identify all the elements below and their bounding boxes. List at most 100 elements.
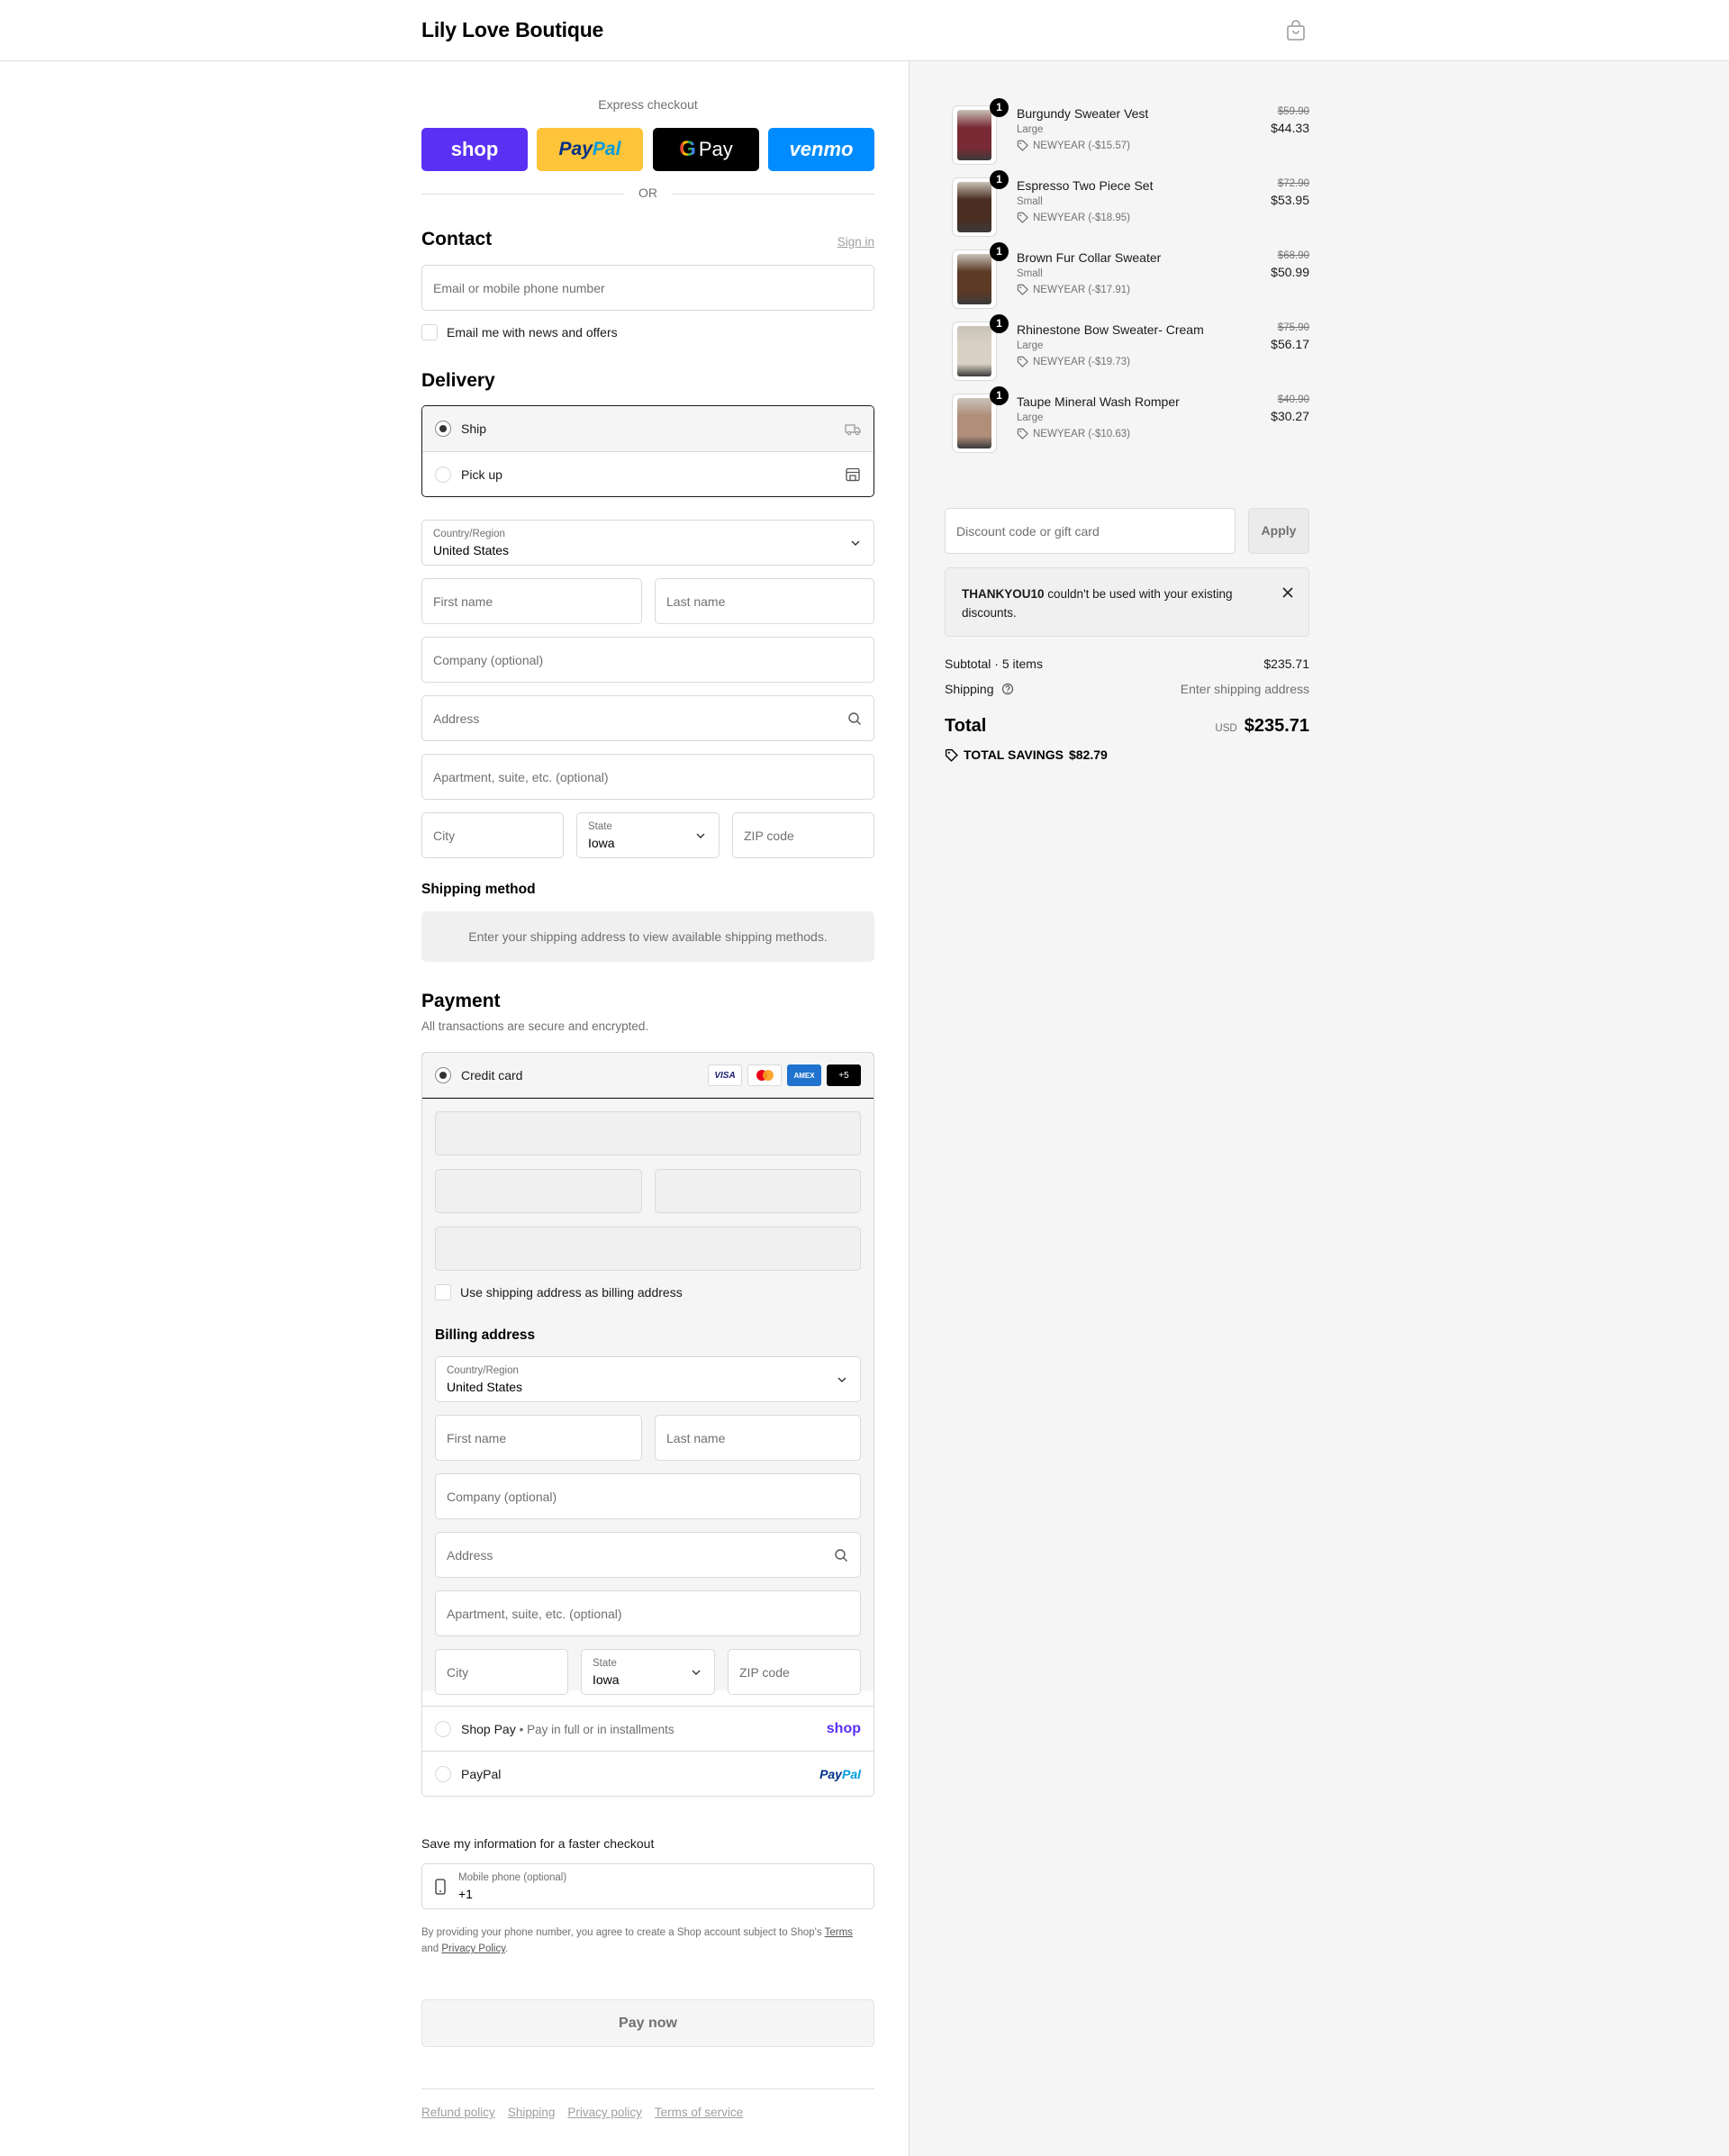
close-icon[interactable] [1281,586,1294,599]
mobile-phone-field[interactable]: Mobile phone (optional) +1 [421,1863,874,1909]
shipping-label: Shipping [945,682,994,696]
ship-option[interactable]: Ship [422,406,874,451]
email-field[interactable]: Email or mobile phone number [421,265,874,311]
use-shipping-checkbox[interactable] [435,1284,451,1300]
shop-pay-label: Shop Pay [461,1721,516,1736]
apartment-field[interactable]: Apartment, suite, etc. (optional) [421,754,874,800]
billing-city-field[interactable]: City [435,1649,568,1695]
terms-link[interactable]: Terms [825,1927,853,1938]
product-variant: Large [1017,340,1044,351]
original-price: $59.90 [1277,106,1309,117]
use-shipping-label: Use shipping address as billing address [460,1285,683,1300]
discount-code: NEWYEAR (-$18.95) [1033,212,1131,223]
state-label: State [588,821,612,832]
total-savings-row: TOTAL SAVINGS $82.79 [945,747,1108,762]
venmo-logo: venmo [789,138,854,160]
card-cvv-field[interactable] [655,1169,861,1213]
billing-state-select[interactable]: State Iowa [581,1649,715,1695]
venmo-button[interactable]: venmo [768,128,874,171]
pickup-option[interactable]: Pick up [422,451,874,496]
billing-city-placeholder: City [447,1664,469,1680]
mobile-phone-label: Mobile phone (optional) [458,1872,567,1883]
sale-price: $53.95 [1271,193,1309,207]
savings-value: $82.79 [1068,747,1108,762]
first-name-field[interactable]: First name [421,578,642,624]
save-info-title: Save my information for a faster checkou… [421,1836,655,1851]
billing-country-label: Country/Region [447,1365,519,1376]
country-select[interactable]: Country/Region United States [421,520,874,566]
paypal-radio[interactable] [435,1765,451,1782]
pay-now-button[interactable]: Pay now [421,1999,874,2047]
product-image [957,254,991,304]
order-summary-panel: 1 Burgundy Sweater Vest Large NEWYEAR (-$15… [909,61,1729,2156]
address-field[interactable]: Address [421,695,874,741]
header: Lily Love Boutique [0,0,1729,61]
help-icon[interactable] [1001,683,1014,695]
discount-code-input[interactable]: Discount code or gift card [945,508,1236,554]
product-discount: NEWYEAR (-$15.57) [1017,140,1130,151]
shipping-link[interactable]: Shipping [508,2106,556,2119]
store-logo[interactable]: Lily Love Boutique [421,18,603,42]
zip-field[interactable]: ZIP code [732,812,874,858]
card-number-field[interactable] [435,1111,861,1155]
line-items: 1 Burgundy Sweater Vest Large NEWYEAR (-$15… [945,98,1309,458]
quantity-badge: 1 [990,98,1009,117]
news-label: Email me with news and offers [447,325,618,340]
refund-policy-link[interactable]: Refund policy [421,2106,495,2119]
original-price: $68.90 [1277,250,1309,261]
shop-pay-option[interactable]: Shop Pay • Pay in full or in installment… [422,1706,874,1751]
card-expiry-field[interactable] [435,1169,642,1213]
footer-divider [421,2088,874,2089]
bag-icon[interactable] [1286,20,1306,41]
shop-pay-button[interactable]: shop [421,128,528,171]
billing-country-select[interactable]: Country/Region United States [435,1356,861,1402]
company-field[interactable]: Company (optional) [421,637,874,683]
card-name-field[interactable] [435,1227,861,1271]
payment-title: Payment [421,991,501,1011]
billing-apartment-field[interactable]: Apartment, suite, etc. (optional) [435,1590,861,1636]
state-value: Iowa [588,836,615,850]
apply-button[interactable]: Apply [1248,508,1309,554]
last-name-field[interactable]: Last name [655,578,874,624]
billing-address-placeholder: Address [447,1547,493,1563]
discount-code: NEWYEAR (-$15.57) [1033,140,1131,151]
privacy-policy-link[interactable]: Privacy policy [567,2106,642,2119]
product-name: Burgundy Sweater Vest [1017,106,1149,121]
news-checkbox-row[interactable]: Email me with news and offers [421,324,618,340]
discount-code: NEWYEAR (-$19.73) [1033,356,1131,367]
notice-code: THANKYOU10 [962,587,1045,601]
tag-icon [1017,140,1028,151]
paypal-button[interactable]: Pay Pal [537,128,643,171]
billing-zip-field[interactable]: ZIP code [728,1649,861,1695]
mobile-phone-value: +1 [458,1887,473,1901]
google-pay-button[interactable]: G Pay [653,128,759,171]
country-label: Country/Region [433,529,505,539]
discount-placeholder: Discount code or gift card [956,524,1100,539]
use-shipping-row[interactable]: Use shipping address as billing address [435,1284,683,1300]
store-icon [846,467,860,481]
product-thumbnail [952,177,997,237]
quantity-badge: 1 [990,314,1009,333]
original-price: $40.90 [1277,394,1309,405]
billing-company-field[interactable]: Company (optional) [435,1473,861,1519]
paypal-logo: PayPal [819,1766,861,1781]
ship-radio[interactable] [435,421,451,437]
product-discount: NEWYEAR (-$18.95) [1017,212,1130,223]
credit-card-form: Use shipping address as billing address … [422,1099,874,1695]
state-select[interactable]: State Iowa [576,812,720,858]
privacy-policy-link[interactable]: Privacy Policy [441,1943,505,1954]
billing-first-name-field[interactable]: First name [435,1415,642,1461]
billing-last-name-field[interactable]: Last name [655,1415,861,1461]
billing-last-name-placeholder: Last name [666,1430,726,1445]
paypal-option[interactable]: PayPal PayPal [422,1751,874,1796]
terms-of-service-link[interactable]: Terms of service [655,2106,743,2119]
news-checkbox[interactable] [421,324,438,340]
city-field[interactable]: City [421,812,564,858]
shop-pay-radio[interactable] [435,1720,451,1737]
billing-address-field[interactable]: Address [435,1532,861,1578]
discount-row: Discount code or gift card Apply [945,508,1309,554]
delivery-title: Delivery [421,370,495,391]
sign-in-link[interactable]: Sign in [837,235,874,249]
product-image [957,110,991,160]
pickup-radio[interactable] [435,466,451,483]
